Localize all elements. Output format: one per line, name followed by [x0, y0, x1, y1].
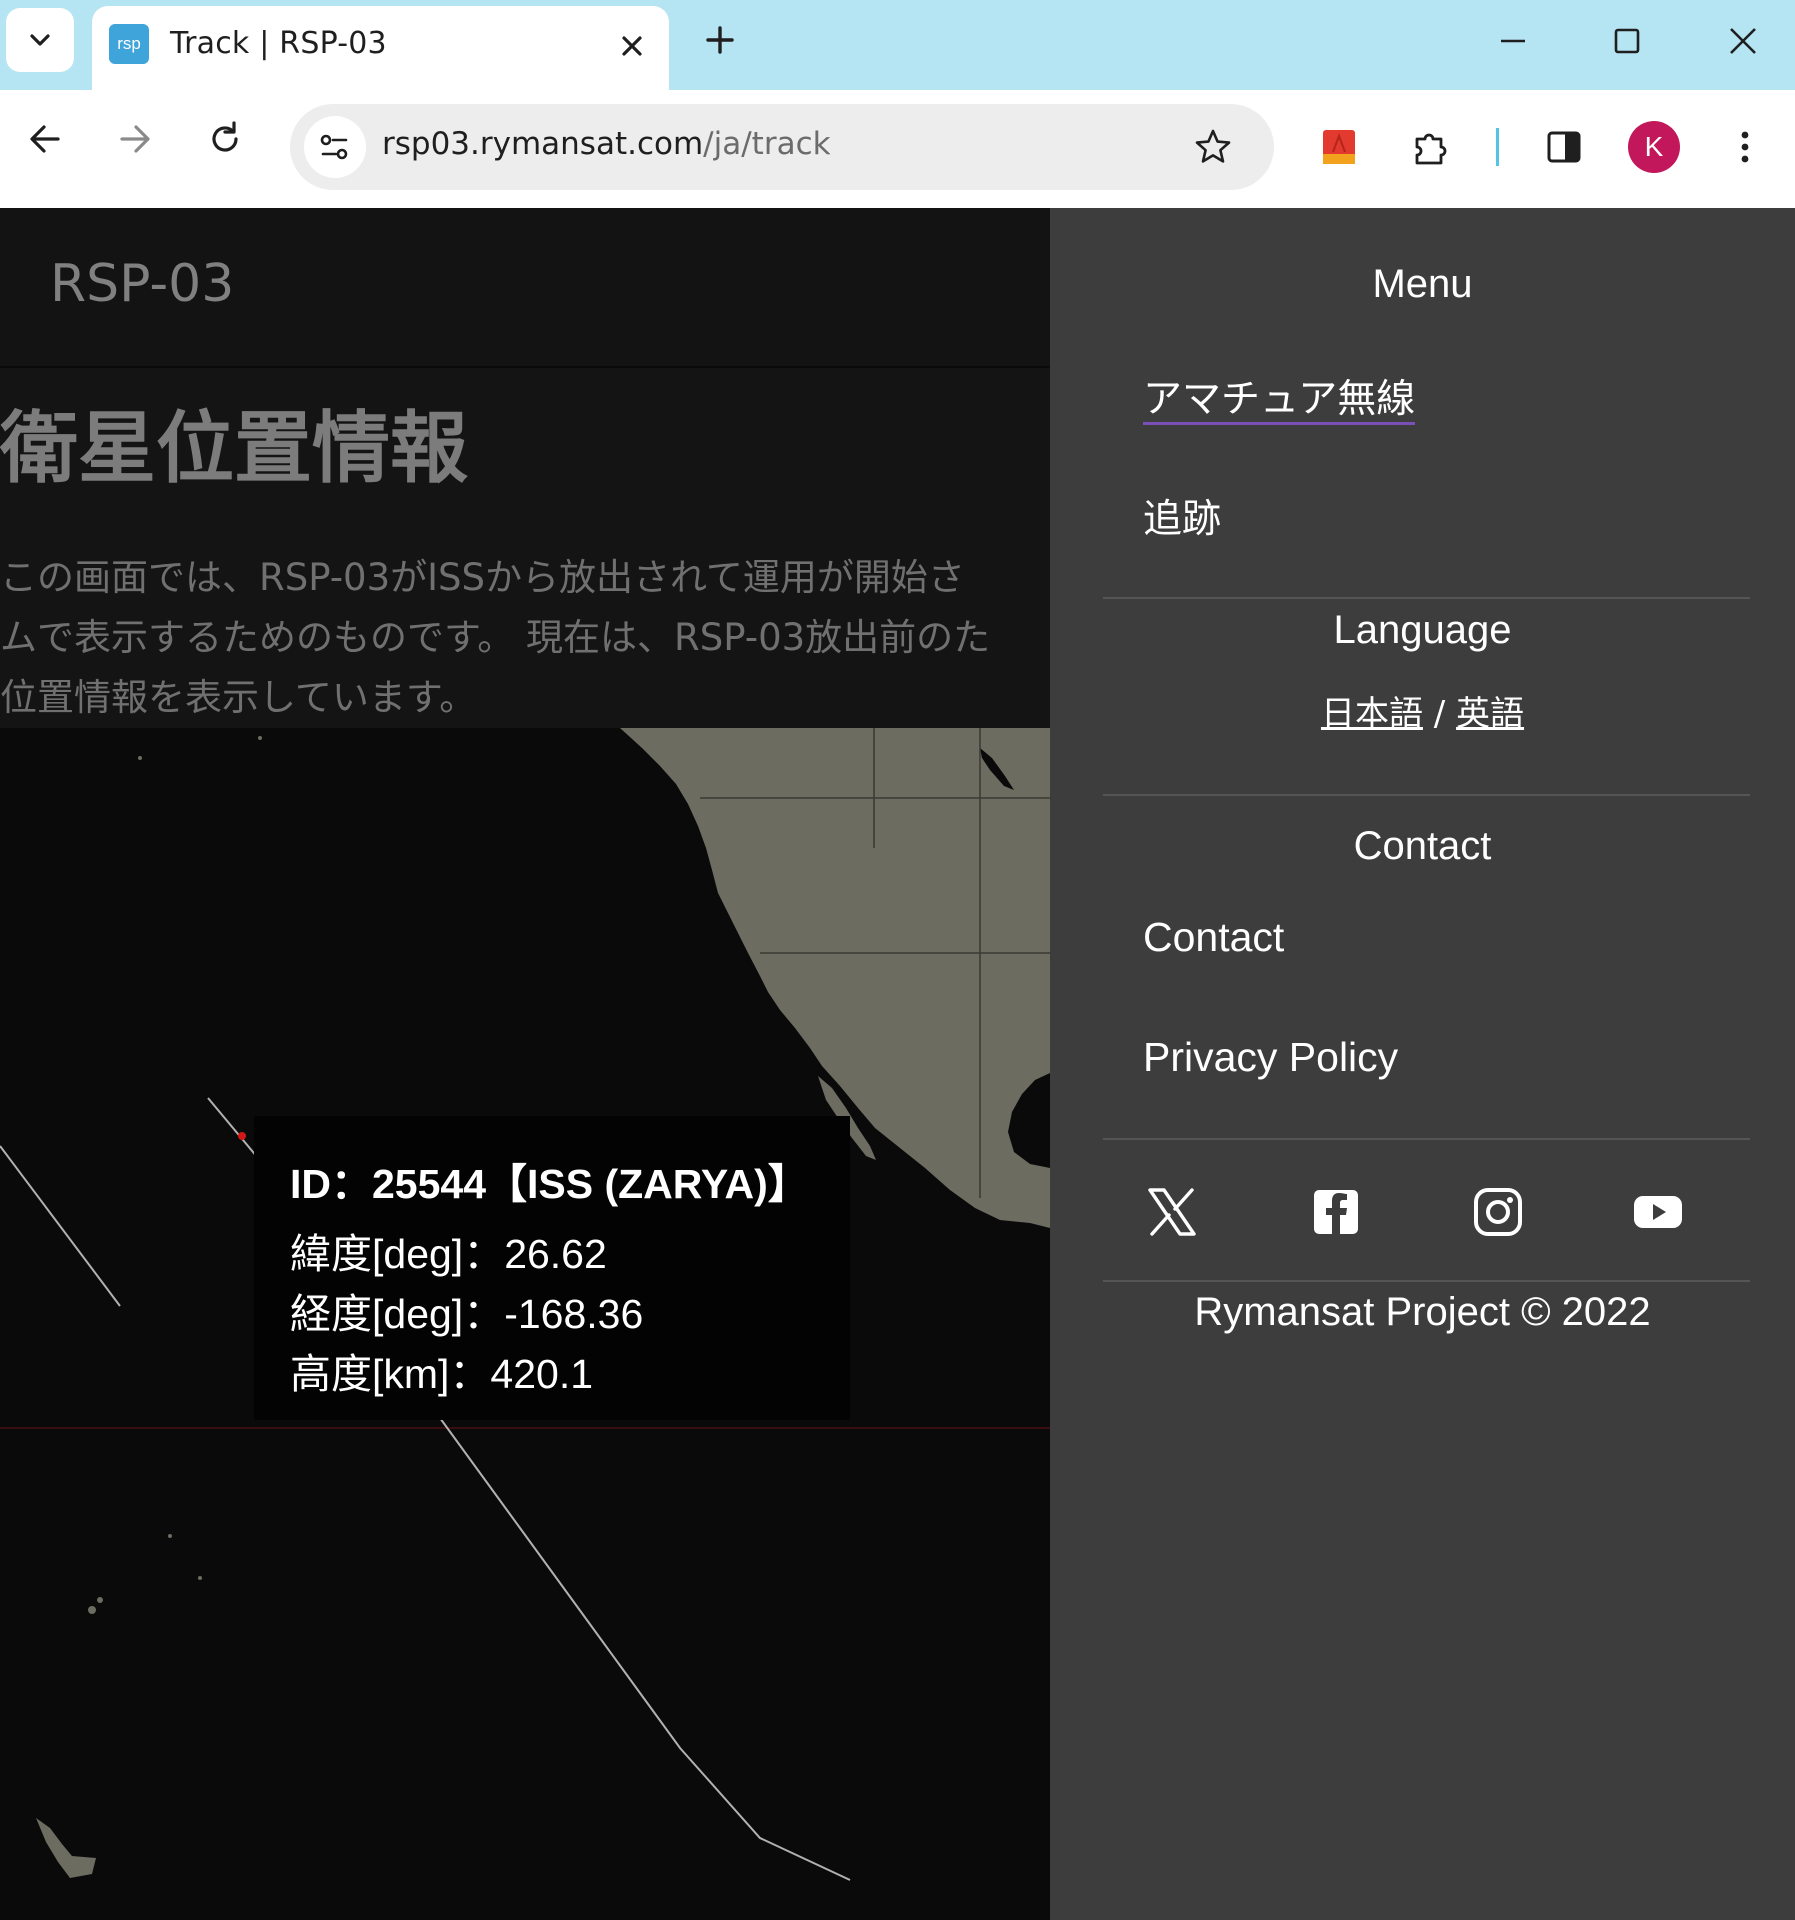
site-favicon: rsp [109, 24, 149, 64]
menu-heading: Menu [1372, 262, 1473, 306]
close-icon[interactable] [612, 26, 652, 66]
close-window-icon[interactable] [1718, 16, 1768, 66]
satellite-info-tooltip: ID：25544【ISS (ZARYA)】 緯度[deg]：26.62 経度[d… [254, 1116, 850, 1420]
back-icon[interactable] [20, 114, 70, 164]
site-info-button[interactable] [304, 116, 366, 178]
divider [1103, 1138, 1750, 1140]
divider [1103, 1280, 1750, 1282]
web-page: RSP-03 衛星位置情報 この画面では、RSP-03がISSから放出されて運用… [0, 208, 1795, 1920]
side-panel-icon[interactable] [1541, 124, 1587, 170]
facebook-icon[interactable] [1306, 1182, 1366, 1242]
url-text: rsp03.rymansat.com/ja/track [382, 126, 831, 162]
site-header: RSP-03 [0, 208, 1050, 366]
bookmark-star-icon[interactable] [1190, 124, 1236, 170]
extension-app-icon[interactable] [1316, 124, 1362, 170]
privacy-policy-link[interactable]: Privacy Policy [1143, 1034, 1398, 1081]
contact-heading: Contact [1353, 824, 1492, 868]
tooltip-altitude: 高度[km]：420.1 [290, 1351, 594, 1397]
tab-title: Track | RSP-03 [170, 26, 387, 61]
language-separator: / [1433, 694, 1446, 734]
menu-item-label: アマチュア無線 [1143, 377, 1416, 425]
copyright-text: Rymansat Project © 2022 [1194, 1290, 1651, 1334]
tooltip-longitude: 経度[deg]：-168.36 [290, 1291, 644, 1337]
site-info-icon [320, 134, 348, 160]
intro-section: 衛星位置情報 この画面では、RSP-03がISSから放出されて運用が開始さ ムで… [0, 368, 1050, 730]
browser-tab-bar: rsp Track | RSP-03 [0, 0, 1795, 90]
site-brand[interactable]: RSP-03 [50, 254, 234, 314]
divider [1103, 794, 1750, 796]
puzzle-icon[interactable] [1408, 124, 1454, 170]
address-bar[interactable]: rsp03.rymansat.com/ja/track [290, 104, 1274, 190]
profile-avatar[interactable]: K [1628, 121, 1680, 173]
intro-line: 位置情報を表示しています。 [0, 676, 477, 719]
tab-list-icon [30, 34, 50, 46]
menu-item-tracking[interactable]: 追跡 [1143, 488, 1221, 544]
plus-icon[interactable] [700, 20, 740, 60]
iss-position-marker [238, 1132, 246, 1140]
forward-icon[interactable] [110, 114, 160, 164]
language-english-link[interactable]: 英語 [1456, 694, 1524, 734]
tooltip-latitude: 緯度[deg]：26.62 [290, 1231, 607, 1277]
toolbar-separator [1496, 128, 1499, 166]
tab-list-button[interactable] [6, 8, 74, 72]
reload-icon[interactable] [200, 114, 250, 164]
active-tab[interactable]: rsp Track | RSP-03 [92, 6, 669, 90]
url-path: /ja/track [703, 126, 831, 162]
page-title: 衛星位置情報 [0, 404, 469, 494]
tooltip-title: ID：25544【ISS (ZARYA)】 [290, 1161, 809, 1207]
contact-link[interactable]: Contact [1143, 914, 1284, 961]
intro-text: この画面では、RSP-03がISSから放出されて運用が開始さ ムで表示するための… [0, 548, 1100, 728]
language-heading: Language [1333, 608, 1512, 652]
intro-line: ムで表示するためのものです。 現在は、RSP-03放出前のた [0, 616, 991, 659]
language-switcher: 日本語 / 英語 [1050, 686, 1795, 735]
language-japanese-link[interactable]: 日本語 [1321, 694, 1423, 734]
menu-item-amateur-radio[interactable]: アマチュア無線 [1143, 368, 1416, 425]
minimize-icon[interactable] [1488, 16, 1538, 66]
x-icon[interactable] [1142, 1182, 1202, 1242]
browser-toolbar: rsp03.rymansat.com/ja/track K [0, 90, 1795, 208]
url-host: rsp03.rymansat.com [382, 126, 704, 162]
youtube-icon[interactable] [1628, 1182, 1688, 1242]
divider [1103, 597, 1750, 599]
maximize-icon[interactable] [1602, 16, 1652, 66]
side-menu: Menu アマチュア無線 追跡 Language 日本語 / 英語 Contac… [1050, 208, 1795, 1920]
more-vert-icon[interactable] [1722, 124, 1768, 170]
intro-line: この画面では、RSP-03がISSから放出されて運用が開始さ [0, 556, 965, 599]
instagram-icon[interactable] [1468, 1182, 1528, 1242]
